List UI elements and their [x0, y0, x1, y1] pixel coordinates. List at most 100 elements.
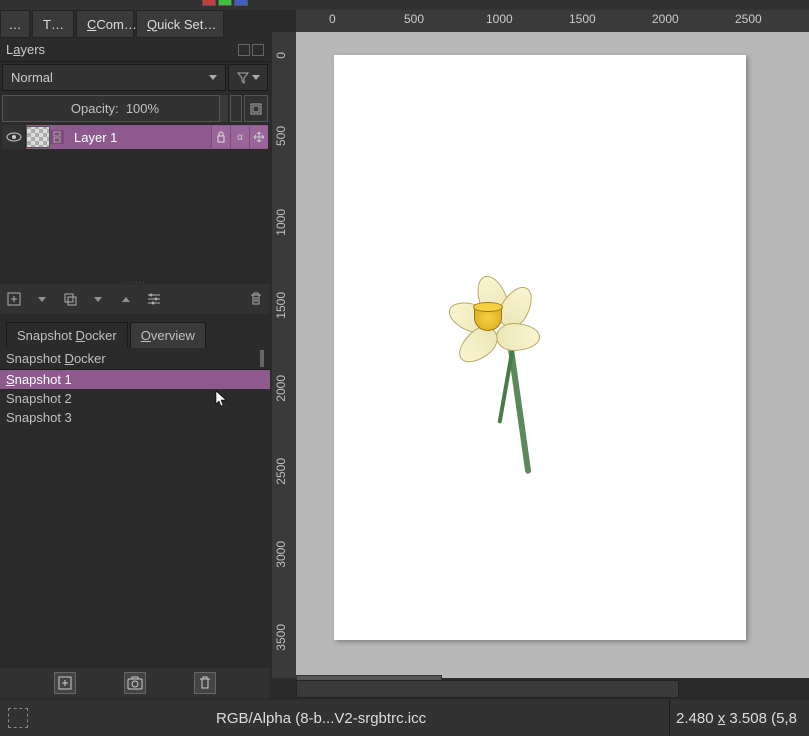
tab-ellipsis[interactable]: … — [0, 10, 30, 38]
layer-properties-button[interactable] — [144, 289, 164, 309]
layer-alpha-icon[interactable]: α — [230, 126, 249, 148]
snapshot-item-label: napshot 1 — [15, 372, 72, 387]
delete-layer-button[interactable] — [246, 289, 266, 309]
layer-visibility-toggle[interactable] — [2, 125, 26, 149]
color-swatch[interactable] — [218, 0, 232, 6]
blend-mode-value: Normal — [11, 70, 53, 85]
ruler-tick-label: 2000 — [274, 375, 288, 402]
ruler-tick-label: 1000 — [486, 12, 513, 26]
tab-label: ocker — [85, 328, 117, 343]
ruler-vertical[interactable]: 0 500 1000 1500 2000 2500 3000 3500 — [272, 32, 296, 678]
panel-title-text: Snapshot Docker — [6, 351, 106, 366]
properties-icon — [249, 102, 263, 116]
chevron-down-icon — [94, 297, 102, 302]
resize-handle[interactable]: ······ — [124, 278, 146, 287]
top-toolbar-strip — [0, 0, 809, 10]
tab-key: D — [76, 328, 85, 343]
panel-title-text: Layers — [6, 42, 45, 57]
move-layer-down-button[interactable] — [88, 289, 108, 309]
ruler-tick-label: 500 — [274, 126, 288, 146]
horizontal-scrollbar[interactable] — [296, 680, 679, 698]
tab-label: Snapshot — [17, 328, 76, 343]
ruler-tick-label: 1000 — [274, 209, 288, 236]
snapshot-bottom-toolbar — [0, 668, 270, 698]
opacity-slider[interactable]: Opacity: 100% — [2, 95, 228, 122]
eye-icon — [6, 131, 22, 143]
layers-panel-title[interactable]: Layers — [0, 38, 270, 62]
add-icon — [57, 675, 73, 691]
tab-label: Com… — [96, 17, 136, 32]
layer-move-icon[interactable] — [249, 126, 268, 148]
chevron-down-icon — [252, 75, 260, 80]
tab-label: uick Set… — [157, 17, 216, 32]
layer-lock-icon[interactable] — [211, 126, 230, 148]
chevron-down-icon — [38, 297, 46, 302]
ruler-tick-label: 1500 — [569, 12, 596, 26]
layer-extra-button[interactable] — [244, 95, 268, 122]
add-layer-button[interactable] — [4, 289, 24, 309]
tab-key: O — [141, 328, 151, 343]
snapshot-item[interactable]: Snapshot 2 — [0, 389, 270, 408]
ruler-tick-label: 2500 — [274, 458, 288, 485]
ruler-tick-label: 2500 — [735, 12, 762, 26]
filter-icon — [237, 72, 249, 84]
layers-bottom-toolbar: ······ — [0, 284, 270, 314]
ruler-tick-label: 0 — [329, 12, 336, 26]
blend-mode-select[interactable]: Normal — [2, 64, 226, 91]
ruler-tick-label: 3500 — [274, 624, 288, 651]
ruler-tick-label: 0 — [274, 52, 288, 59]
selection-indicator-icon[interactable] — [8, 708, 28, 728]
layer-link-toggle[interactable] — [50, 130, 64, 144]
close-docker-icon[interactable] — [252, 44, 264, 56]
duplicate-layer-button[interactable] — [60, 289, 80, 309]
tab-quick-settings[interactable]: Quick Set… — [136, 10, 224, 38]
delete-snapshot-button[interactable] — [194, 672, 216, 694]
chevron-down-icon — [209, 75, 217, 80]
tab-compositions[interactable]: CCom… — [76, 10, 134, 38]
opacity-value: 100% — [126, 101, 159, 116]
snapshot-item[interactable]: Snapshot 1 — [0, 370, 270, 389]
tab-label: verview — [151, 328, 195, 343]
status-bar: RGB/Alpha (8-b...V2-srgbtrc.icc 2.480 x … — [0, 700, 809, 736]
color-swatch[interactable] — [202, 0, 216, 6]
overview-tab[interactable]: Overview — [130, 322, 206, 348]
take-snapshot-button[interactable] — [124, 672, 146, 694]
tab-label: T… — [43, 17, 64, 32]
trash-icon — [249, 291, 263, 307]
snapshot-list: Snapshot 1 Snapshot 2 Snapshot 3 — [0, 370, 270, 427]
ruler-tick-label: 2000 — [652, 12, 679, 26]
float-docker-icon[interactable] — [238, 44, 250, 56]
opacity-spinner[interactable] — [230, 95, 242, 122]
snapshot-docker-panel: Snapshot Docker Snapshot 1 Snapshot 2 Sn… — [0, 348, 270, 668]
canvas-page[interactable] — [334, 55, 746, 640]
snapshot-item[interactable]: Snapshot 3 — [0, 408, 270, 427]
ruler-tick-label: 500 — [404, 12, 424, 26]
tab-label: … — [9, 17, 22, 32]
layer-thumbnail[interactable] — [26, 126, 50, 148]
layer-row[interactable]: Layer 1 α — [2, 125, 268, 149]
layer-filter-button[interactable] — [228, 64, 268, 91]
snapshot-panel-title[interactable]: Snapshot Docker — [0, 348, 270, 370]
close-docker-icon[interactable] — [262, 350, 264, 367]
layers-panel: Layers Normal Opacity: 100% L — [0, 38, 270, 284]
ruler-horizontal[interactable]: 0 500 1000 1500 2000 2500 — [296, 10, 809, 32]
opacity-label: Opacity: — [71, 101, 119, 116]
move-layer-up-button[interactable] — [116, 289, 136, 309]
artwork-flower — [444, 285, 564, 465]
ruler-tick-label: 3000 — [274, 541, 288, 568]
tab-key: Q — [147, 17, 157, 32]
ruler-tick-label: 1500 — [274, 292, 288, 319]
canvas-viewport[interactable] — [296, 32, 809, 678]
mouse-cursor-icon — [215, 390, 227, 408]
status-color-info: RGB/Alpha (8-b...V2-srgbtrc.icc — [36, 710, 669, 727]
tab-key: C — [87, 17, 96, 32]
add-layer-dropdown[interactable] — [32, 289, 52, 309]
add-snapshot-button[interactable] — [54, 672, 76, 694]
chevron-up-icon — [122, 297, 130, 302]
docker-tab-row: Snapshot Docker Overview — [0, 318, 270, 348]
layer-name-label[interactable]: Layer 1 — [64, 130, 211, 145]
snapshot-docker-tab[interactable]: Snapshot Docker — [6, 322, 128, 348]
tab-t[interactable]: T… — [32, 10, 74, 38]
color-swatch[interactable] — [234, 0, 248, 6]
link-icon — [52, 130, 62, 144]
